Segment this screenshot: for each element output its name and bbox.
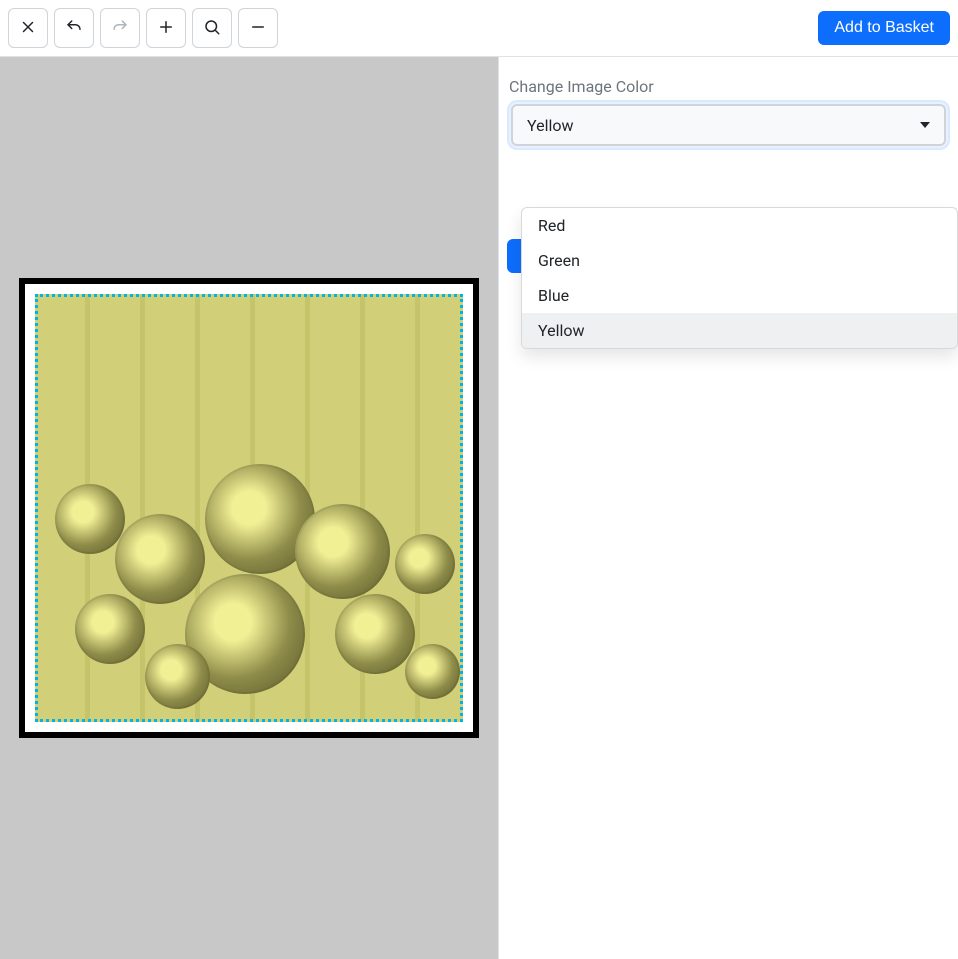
undo-button[interactable] <box>54 8 94 48</box>
minus-icon <box>249 18 267 39</box>
redo-icon <box>111 18 129 39</box>
color-select-wrap: Yellow <box>507 104 950 146</box>
add-button[interactable] <box>146 8 186 48</box>
search-button[interactable] <box>192 8 232 48</box>
close-icon <box>19 18 37 39</box>
main-split: Change Image Color Yellow Done Red Green… <box>0 57 958 959</box>
chevron-down-icon <box>920 122 930 128</box>
side-panel: Change Image Color Yellow Done Red Green… <box>499 57 958 959</box>
image-mat <box>25 284 473 732</box>
image-preview[interactable] <box>35 294 463 722</box>
remove-button[interactable] <box>238 8 278 48</box>
undo-icon <box>65 18 83 39</box>
color-tint-overlay <box>35 294 463 722</box>
app-root: Add to Basket <box>0 0 958 959</box>
add-to-basket-button[interactable]: Add to Basket <box>818 11 950 45</box>
color-select-value: Yellow <box>527 116 574 135</box>
top-toolbar: Add to Basket <box>0 0 958 57</box>
color-option-red[interactable]: Red <box>522 208 957 243</box>
close-button[interactable] <box>8 8 48 48</box>
color-dropdown: Red Green Blue Yellow <box>521 207 958 349</box>
plus-icon <box>157 18 175 39</box>
redo-button[interactable] <box>100 8 140 48</box>
color-field-label: Change Image Color <box>509 77 950 96</box>
color-option-yellow[interactable]: Yellow <box>522 313 957 348</box>
color-option-green[interactable]: Green <box>522 243 957 278</box>
color-select[interactable]: Yellow <box>511 104 946 146</box>
color-option-blue[interactable]: Blue <box>522 278 957 313</box>
image-frame[interactable] <box>19 278 479 738</box>
search-icon <box>203 18 221 39</box>
toolbar-left-group <box>8 8 278 48</box>
canvas-pane <box>0 57 499 959</box>
